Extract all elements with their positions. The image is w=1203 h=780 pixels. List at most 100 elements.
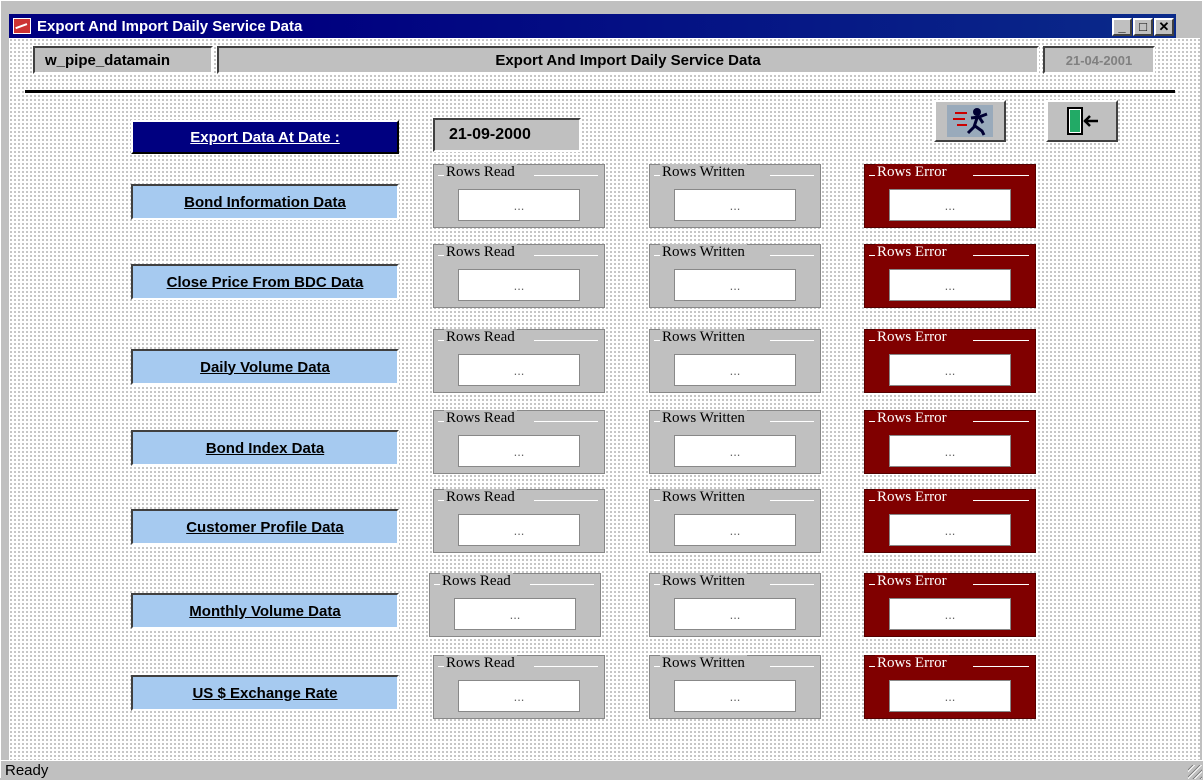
group-rule-right bbox=[973, 666, 1029, 667]
group-title: Rows Error bbox=[875, 489, 949, 506]
rows-written-value: ... bbox=[674, 189, 796, 221]
group-rule-right bbox=[973, 421, 1029, 422]
group-title: Rows Read bbox=[444, 410, 517, 427]
group-title: Rows Written bbox=[660, 655, 747, 672]
app-icon[interactable] bbox=[13, 18, 31, 34]
group-rule-right bbox=[770, 421, 814, 422]
row-label[interactable]: US $ Exchange Rate bbox=[131, 675, 399, 711]
group-rule-right bbox=[973, 340, 1029, 341]
group-rule-right bbox=[973, 175, 1029, 176]
rows-error-value: ... bbox=[889, 269, 1011, 301]
rows-written-group: Rows Written... bbox=[649, 489, 821, 553]
rows-error-group: Rows Error... bbox=[864, 164, 1036, 228]
group-title: Rows Written bbox=[660, 573, 747, 590]
rows-error-value: ... bbox=[889, 680, 1011, 712]
exit-button[interactable] bbox=[1046, 100, 1118, 142]
row-label[interactable]: Monthly Volume Data bbox=[131, 593, 399, 629]
rows-read-value: ... bbox=[454, 598, 576, 630]
rows-written-value: ... bbox=[674, 435, 796, 467]
row-label[interactable]: Bond Information Data bbox=[131, 184, 399, 220]
rows-read-group: Rows Read... bbox=[433, 655, 605, 719]
group-title: Rows Read bbox=[444, 489, 517, 506]
rows-written-group: Rows Written... bbox=[649, 329, 821, 393]
group-title: Rows Written bbox=[660, 489, 747, 506]
rows-written-group: Rows Written... bbox=[649, 244, 821, 308]
group-title: Rows Error bbox=[875, 164, 949, 181]
rows-error-value: ... bbox=[889, 189, 1011, 221]
rows-written-value: ... bbox=[674, 680, 796, 712]
rows-error-value: ... bbox=[889, 354, 1011, 386]
rows-written-group: Rows Written... bbox=[649, 164, 821, 228]
rows-written-group: Rows Written... bbox=[649, 655, 821, 719]
rows-error-value: ... bbox=[889, 598, 1011, 630]
window-title: Export And Import Daily Service Data bbox=[37, 18, 303, 35]
run-export-button[interactable] bbox=[934, 100, 1006, 142]
page-title: Export And Import Daily Service Data bbox=[217, 46, 1039, 74]
group-rule-right bbox=[973, 584, 1029, 585]
row-label[interactable]: Close Price From BDC Data bbox=[131, 264, 399, 300]
group-rule-right bbox=[770, 666, 814, 667]
rows-error-group: Rows Error... bbox=[864, 573, 1036, 637]
export-date-field[interactable]: 21-09-2000 bbox=[433, 118, 581, 152]
client-area: w_pipe_datamain Export And Import Daily … bbox=[9, 38, 1200, 760]
rows-read-value: ... bbox=[458, 435, 580, 467]
group-rule-right bbox=[534, 666, 598, 667]
group-rule-right bbox=[534, 421, 598, 422]
group-title: Rows Written bbox=[660, 329, 747, 346]
rows-error-group: Rows Error... bbox=[864, 244, 1036, 308]
row-label[interactable]: Customer Profile Data bbox=[131, 509, 399, 545]
row-label[interactable]: Bond Index Data bbox=[131, 430, 399, 466]
group-rule-right bbox=[534, 175, 598, 176]
group-title: Rows Error bbox=[875, 573, 949, 590]
group-title: Rows Written bbox=[660, 410, 747, 427]
rows-written-value: ... bbox=[674, 354, 796, 386]
rows-read-group: Rows Read... bbox=[433, 489, 605, 553]
status-bar: Ready bbox=[1, 760, 1203, 780]
running-man-icon bbox=[947, 105, 993, 137]
rows-read-value: ... bbox=[458, 189, 580, 221]
group-rule-right bbox=[534, 500, 598, 501]
row-label[interactable]: Daily Volume Data bbox=[131, 349, 399, 385]
rows-error-group: Rows Error... bbox=[864, 655, 1036, 719]
rows-error-value: ... bbox=[889, 435, 1011, 467]
group-rule-right bbox=[770, 584, 814, 585]
rows-written-value: ... bbox=[674, 598, 796, 630]
rows-written-value: ... bbox=[674, 269, 796, 301]
datawindow-name: w_pipe_datamain bbox=[33, 46, 213, 74]
current-date: 21-04-2001 bbox=[1043, 46, 1155, 74]
group-title: Rows Error bbox=[875, 655, 949, 672]
group-rule-right bbox=[770, 500, 814, 501]
rows-read-value: ... bbox=[458, 269, 580, 301]
rows-error-group: Rows Error... bbox=[864, 410, 1036, 474]
group-title: Rows Read bbox=[440, 573, 513, 590]
group-rule-right bbox=[770, 255, 814, 256]
group-rule-right bbox=[973, 255, 1029, 256]
rows-written-value: ... bbox=[674, 514, 796, 546]
rows-error-group: Rows Error... bbox=[864, 489, 1036, 553]
rows-error-value: ... bbox=[889, 514, 1011, 546]
resize-grip[interactable] bbox=[1188, 765, 1202, 779]
rows-error-group: Rows Error... bbox=[864, 329, 1036, 393]
group-rule-right bbox=[534, 340, 598, 341]
title-bar[interactable]: Export And Import Daily Service Data _ □… bbox=[9, 14, 1176, 38]
group-rule-right bbox=[973, 500, 1029, 501]
group-title: Rows Read bbox=[444, 655, 517, 672]
rows-written-group: Rows Written... bbox=[649, 410, 821, 474]
group-title: Rows Read bbox=[444, 164, 517, 181]
rows-read-group: Rows Read... bbox=[433, 329, 605, 393]
group-rule-right bbox=[770, 175, 814, 176]
maximize-button[interactable]: □ bbox=[1133, 18, 1153, 36]
header-divider bbox=[25, 90, 1175, 93]
export-date-label: Export Data At Date : bbox=[131, 120, 399, 154]
group-title: Rows Error bbox=[875, 244, 949, 261]
close-button[interactable]: ✕ bbox=[1154, 18, 1174, 36]
rows-read-group: Rows Read... bbox=[429, 573, 601, 637]
rows-read-group: Rows Read... bbox=[433, 244, 605, 308]
minimize-button[interactable]: _ bbox=[1112, 18, 1132, 36]
rows-read-group: Rows Read... bbox=[433, 164, 605, 228]
group-rule-right bbox=[530, 584, 594, 585]
group-title: Rows Written bbox=[660, 244, 747, 261]
rows-read-value: ... bbox=[458, 514, 580, 546]
group-title: Rows Written bbox=[660, 164, 747, 181]
rows-read-value: ... bbox=[458, 354, 580, 386]
